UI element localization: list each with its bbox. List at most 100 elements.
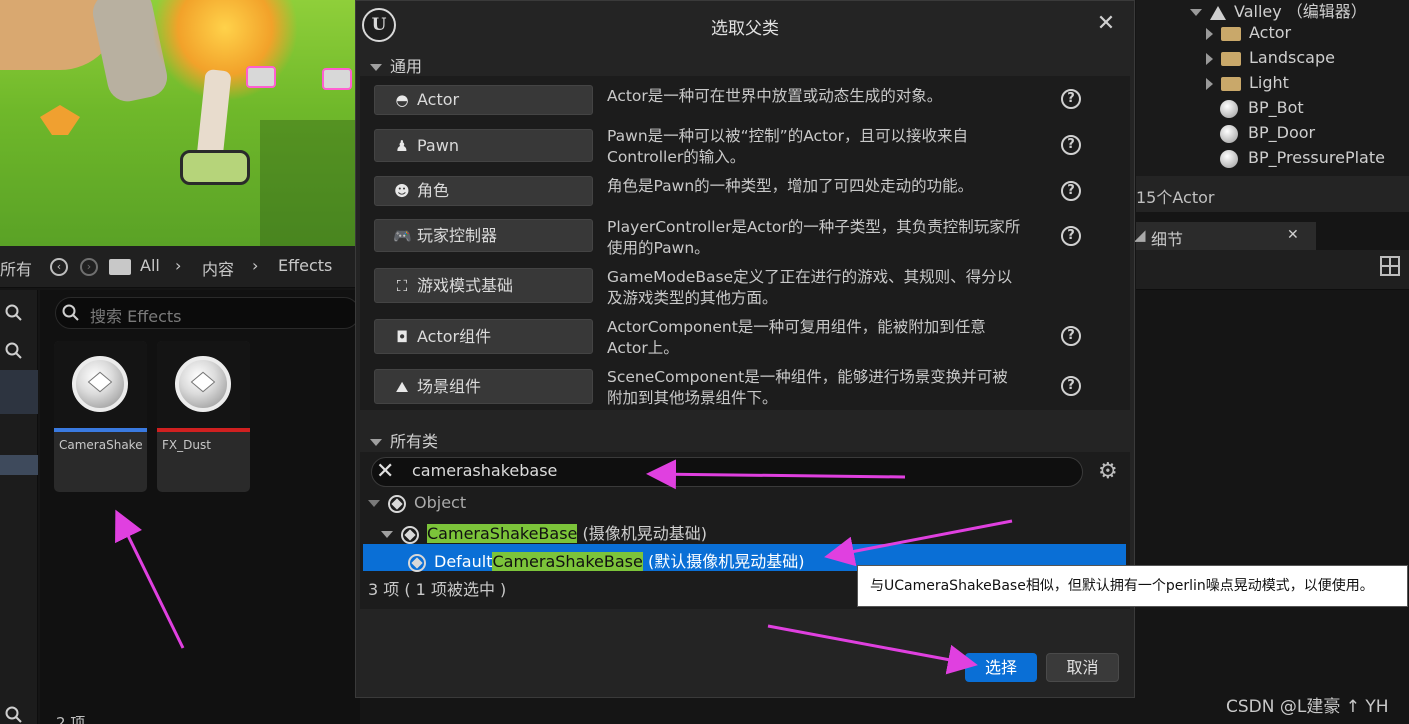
class-button-actor-component[interactable]: ◘ Actor组件 xyxy=(374,319,593,354)
outliner-item-label: Landscape xyxy=(1249,48,1335,67)
asset-tile-fx-dust[interactable]: FX_Dust xyxy=(157,341,250,492)
actor-icon: ◓ xyxy=(395,91,409,109)
level-viewport[interactable] xyxy=(0,0,356,246)
outliner-item-bp-bot[interactable]: BP_Bot xyxy=(1220,98,1304,118)
asset-tile-camerashake[interactable]: CameraShake xyxy=(54,341,147,492)
tree-item-label: (默认摄像机晃动基础) xyxy=(642,552,805,571)
asset-thumbnail xyxy=(54,341,147,428)
tree-item-label: Default xyxy=(434,552,493,571)
breadcrumb-item[interactable]: 内容 xyxy=(202,256,234,280)
help-icon[interactable]: ? xyxy=(1061,181,1081,201)
pawn-icon: ♟ xyxy=(395,137,409,155)
help-icon[interactable]: ? xyxy=(1061,326,1081,346)
gear-icon[interactable]: ⚙ xyxy=(1098,459,1118,484)
tree-item-label: (摄像机晃动基础) xyxy=(577,524,707,543)
class-button-label: 游戏模式基础 xyxy=(417,276,514,295)
breadcrumb-all-label[interactable]: 所有 xyxy=(0,256,32,280)
asset-label: FX_Dust xyxy=(162,438,211,452)
help-icon[interactable]: ? xyxy=(1061,226,1081,246)
description-line: Controller的输入。 xyxy=(607,148,746,166)
help-icon[interactable]: ? xyxy=(1061,376,1081,396)
class-button-pawn[interactable]: ♟ Pawn xyxy=(374,129,593,162)
class-description: Pawn是一种可以被“控制”的Actor，且可以接收来自 Controller的输… xyxy=(607,126,1052,168)
search-icon[interactable] xyxy=(5,304,23,322)
expand-icon[interactable] xyxy=(1190,9,1202,16)
collapse-icon[interactable] xyxy=(370,64,382,71)
expand-icon[interactable] xyxy=(1206,52,1213,65)
class-button-label: 角色 xyxy=(417,181,450,200)
search-icon[interactable] xyxy=(5,342,23,360)
description-line: Pawn是一种可以被“控制”的Actor，且可以接收来自 xyxy=(607,127,968,145)
outliner-item-bp-pressureplate[interactable]: BP_PressurePlate xyxy=(1220,148,1385,168)
section-common-header[interactable]: 通用 xyxy=(370,53,422,77)
section-common-label: 通用 xyxy=(390,57,423,76)
viewport-pressure-plate xyxy=(180,150,250,185)
tree-item-defaultcamerashakebase[interactable]: DefaultCameraShakeBase (默认摄像机晃动基础) xyxy=(408,548,804,572)
expand-icon[interactable] xyxy=(381,531,393,538)
select-button[interactable]: 选择 xyxy=(965,653,1037,682)
breadcrumb-item[interactable]: All xyxy=(140,256,160,275)
cancel-button[interactable]: 取消 xyxy=(1046,653,1119,682)
section-all-classes-header[interactable]: 所有类 xyxy=(370,428,438,452)
close-icon[interactable]: ✕ xyxy=(1094,12,1118,36)
help-icon[interactable]: ? xyxy=(1061,89,1081,109)
class-description: PlayerController是Actor的一种子类型，其负责控制玩家所 使用的… xyxy=(607,217,1052,259)
class-icon xyxy=(408,553,426,572)
description-line: 附加到其他场景组件下。 xyxy=(607,389,778,407)
outliner-item-light[interactable]: Light xyxy=(1206,73,1289,92)
outliner-item-actor[interactable]: Actor xyxy=(1206,23,1291,42)
outliner-item-landscape[interactable]: Landscape xyxy=(1206,48,1335,67)
details-panel xyxy=(1136,290,1409,724)
search-match-highlight: CameraShakeBase xyxy=(492,552,643,571)
class-button-player-controller[interactable]: 🎮 玩家控制器 xyxy=(374,219,593,252)
class-description: ActorComponent是一种可复用组件，能被附加到任意 Actor上。 xyxy=(607,317,1052,359)
clear-search-icon[interactable]: ✕ xyxy=(376,459,394,484)
outliner-root[interactable]: Valley （编辑器） xyxy=(1190,0,1367,22)
help-icon[interactable]: ? xyxy=(1061,135,1081,155)
class-button-character[interactable]: ☻ 角色 xyxy=(374,176,593,206)
tree-item-label: Object xyxy=(414,493,467,512)
dialog-title: 选取父类 xyxy=(711,19,779,39)
description-line: Actor是一种可在世界中放置或动态生成的对象。 xyxy=(607,87,943,105)
search-icon[interactable] xyxy=(5,706,23,724)
class-description: GameModeBase定义了正在进行的游戏、其规则、得分以 及游戏类型的其他方面… xyxy=(607,267,1052,309)
asset-thumbnail xyxy=(157,341,250,428)
expand-icon[interactable] xyxy=(1206,27,1213,40)
close-icon[interactable]: ✕ xyxy=(1287,227,1299,243)
class-icon xyxy=(401,525,419,544)
class-button-label: Pawn xyxy=(417,136,459,155)
forward-icon[interactable]: › xyxy=(80,258,98,276)
class-button-scene-component[interactable]: ⛰ 场景组件 xyxy=(374,369,593,404)
back-icon[interactable]: ‹ xyxy=(50,258,68,276)
asset-type-bar xyxy=(54,428,147,432)
tree-item-camerashakebase[interactable]: CameraShakeBase (摄像机晃动基础) xyxy=(381,520,707,544)
description-line: PlayerController是Actor的一种子类型，其负责控制玩家所 xyxy=(607,218,1021,236)
description-line: 及游戏类型的其他方面。 xyxy=(607,289,778,307)
class-button-label: 玩家控制器 xyxy=(417,226,498,245)
class-search-value: camerashakebase xyxy=(412,461,558,480)
sources-selected-row[interactable] xyxy=(0,370,38,414)
description-line: SceneComponent是一种组件，能够进行场景变换并可被 xyxy=(607,368,1008,386)
class-icon xyxy=(388,494,406,513)
description-line: 使用的Pawn。 xyxy=(607,239,710,257)
description-line: 角色是Pawn的一种类型，增加了可四处走动的功能。 xyxy=(607,177,974,195)
breadcrumb-item[interactable]: Effects xyxy=(278,256,332,275)
sources-selected-row[interactable] xyxy=(0,455,38,475)
collapse-icon[interactable] xyxy=(370,439,382,446)
expand-icon[interactable] xyxy=(368,500,380,507)
level-icon xyxy=(1210,5,1226,20)
class-button-actor[interactable]: ◓ Actor xyxy=(374,85,593,115)
cube-icon xyxy=(190,371,216,393)
actor-icon xyxy=(1220,149,1238,168)
class-button-game-mode-base[interactable]: ⛶ 游戏模式基础 xyxy=(374,268,593,303)
breadcrumb-separator: › xyxy=(175,256,182,275)
class-count-status: 3 项 ( 1 项被选中 ) xyxy=(368,580,507,599)
layout-icon[interactable] xyxy=(1380,256,1400,276)
outliner-item-bp-door[interactable]: BP_Door xyxy=(1220,123,1315,143)
actor-count: 15个Actor xyxy=(1136,188,1215,207)
outliner-item-label: Light xyxy=(1249,73,1289,92)
content-search-placeholder: 搜索 Effects xyxy=(90,307,182,326)
folder-icon xyxy=(109,259,131,275)
expand-icon[interactable] xyxy=(1206,77,1213,90)
tree-item-object[interactable]: Object xyxy=(368,493,466,513)
